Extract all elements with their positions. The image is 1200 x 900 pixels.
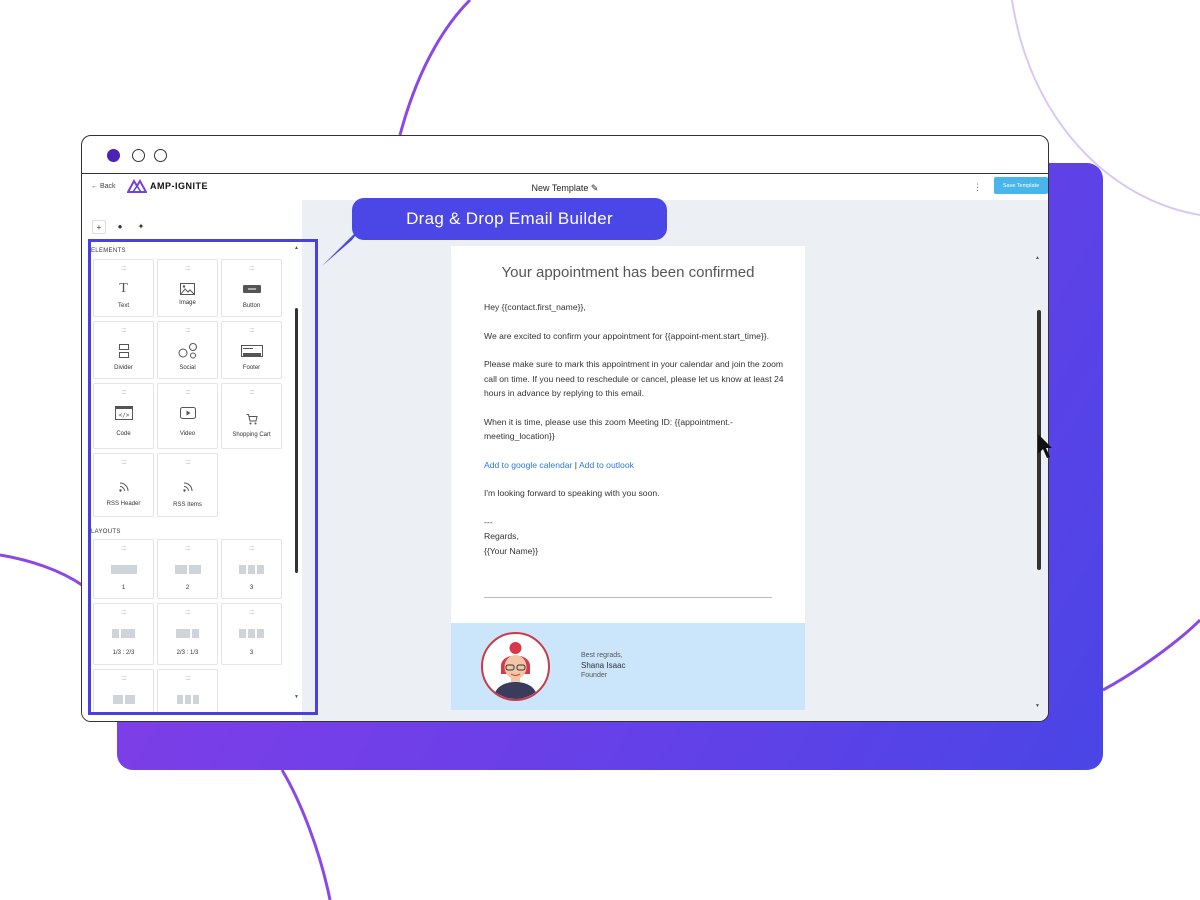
google-calendar-link[interactable]: Add to google calendar (484, 460, 572, 470)
email-heading: Your appointment has been confirmed (501, 264, 755, 281)
signature-role: Founder (581, 672, 608, 679)
window-dot-filled[interactable] (107, 149, 120, 162)
email-paragraph: Please make sure to mark this appointmen… (484, 359, 784, 398)
email-signoff-name: {{Your Name}} (484, 545, 539, 556)
tab-settings[interactable]: ✦ (134, 220, 148, 234)
save-template-button[interactable]: Save Template (994, 177, 1048, 194)
tab-add[interactable]: + (92, 220, 106, 234)
feature-callout: Drag & Drop Email Builder (352, 198, 667, 240)
scroll-up-arrow-icon[interactable]: ▲ (1035, 255, 1040, 261)
email-divider (484, 597, 772, 598)
email-separator-text: --- (484, 516, 493, 527)
tab-content[interactable]: ● (113, 220, 127, 234)
elements-panel-highlight (88, 239, 318, 715)
signature-text: Best regrads, Shana Isaac Founder (581, 651, 625, 681)
app-header: ← Back AMP-IGNITE New Template ✎ ⋮ Save … (82, 174, 1048, 200)
template-title[interactable]: New Template ✎ (82, 183, 1048, 194)
window-dot[interactable] (154, 149, 167, 162)
scroll-down-arrow-icon[interactable]: ▼ (1035, 703, 1040, 709)
panel-tabs: + ● ✦ (92, 220, 148, 234)
signature-name: Shana Isaac (581, 661, 626, 670)
window-dot[interactable] (132, 149, 145, 162)
email-greeting: Hey {{contact.first_name}}, (484, 302, 586, 312)
email-body: Hey {{contact.first_name}}, We are excit… (484, 300, 784, 558)
signature-greeting: Best regrads, (581, 652, 623, 659)
email-preview[interactable]: Your appointment has been confirmed Hey … (451, 246, 805, 710)
email-paragraph: I'm looking forward to speaking with you… (484, 488, 660, 498)
email-paragraph: When it is time, please use this zoom Me… (484, 416, 733, 442)
outlook-link[interactable]: Add to outlook (579, 460, 634, 470)
calendar-links: Add to google calendar | Add to outlook (484, 458, 784, 473)
email-canvas: Your appointment has been confirmed Hey … (302, 200, 1048, 721)
signature-block[interactable]: Best regrads, Shana Isaac Founder (451, 623, 805, 710)
more-options-icon[interactable]: ⋮ (973, 182, 982, 193)
mouse-cursor-icon (1038, 434, 1052, 458)
avatar (481, 632, 550, 701)
window-titlebar (82, 136, 1048, 174)
email-regards: Regards, (484, 531, 519, 541)
email-paragraph: We are excited to confirm your appointme… (484, 330, 770, 341)
